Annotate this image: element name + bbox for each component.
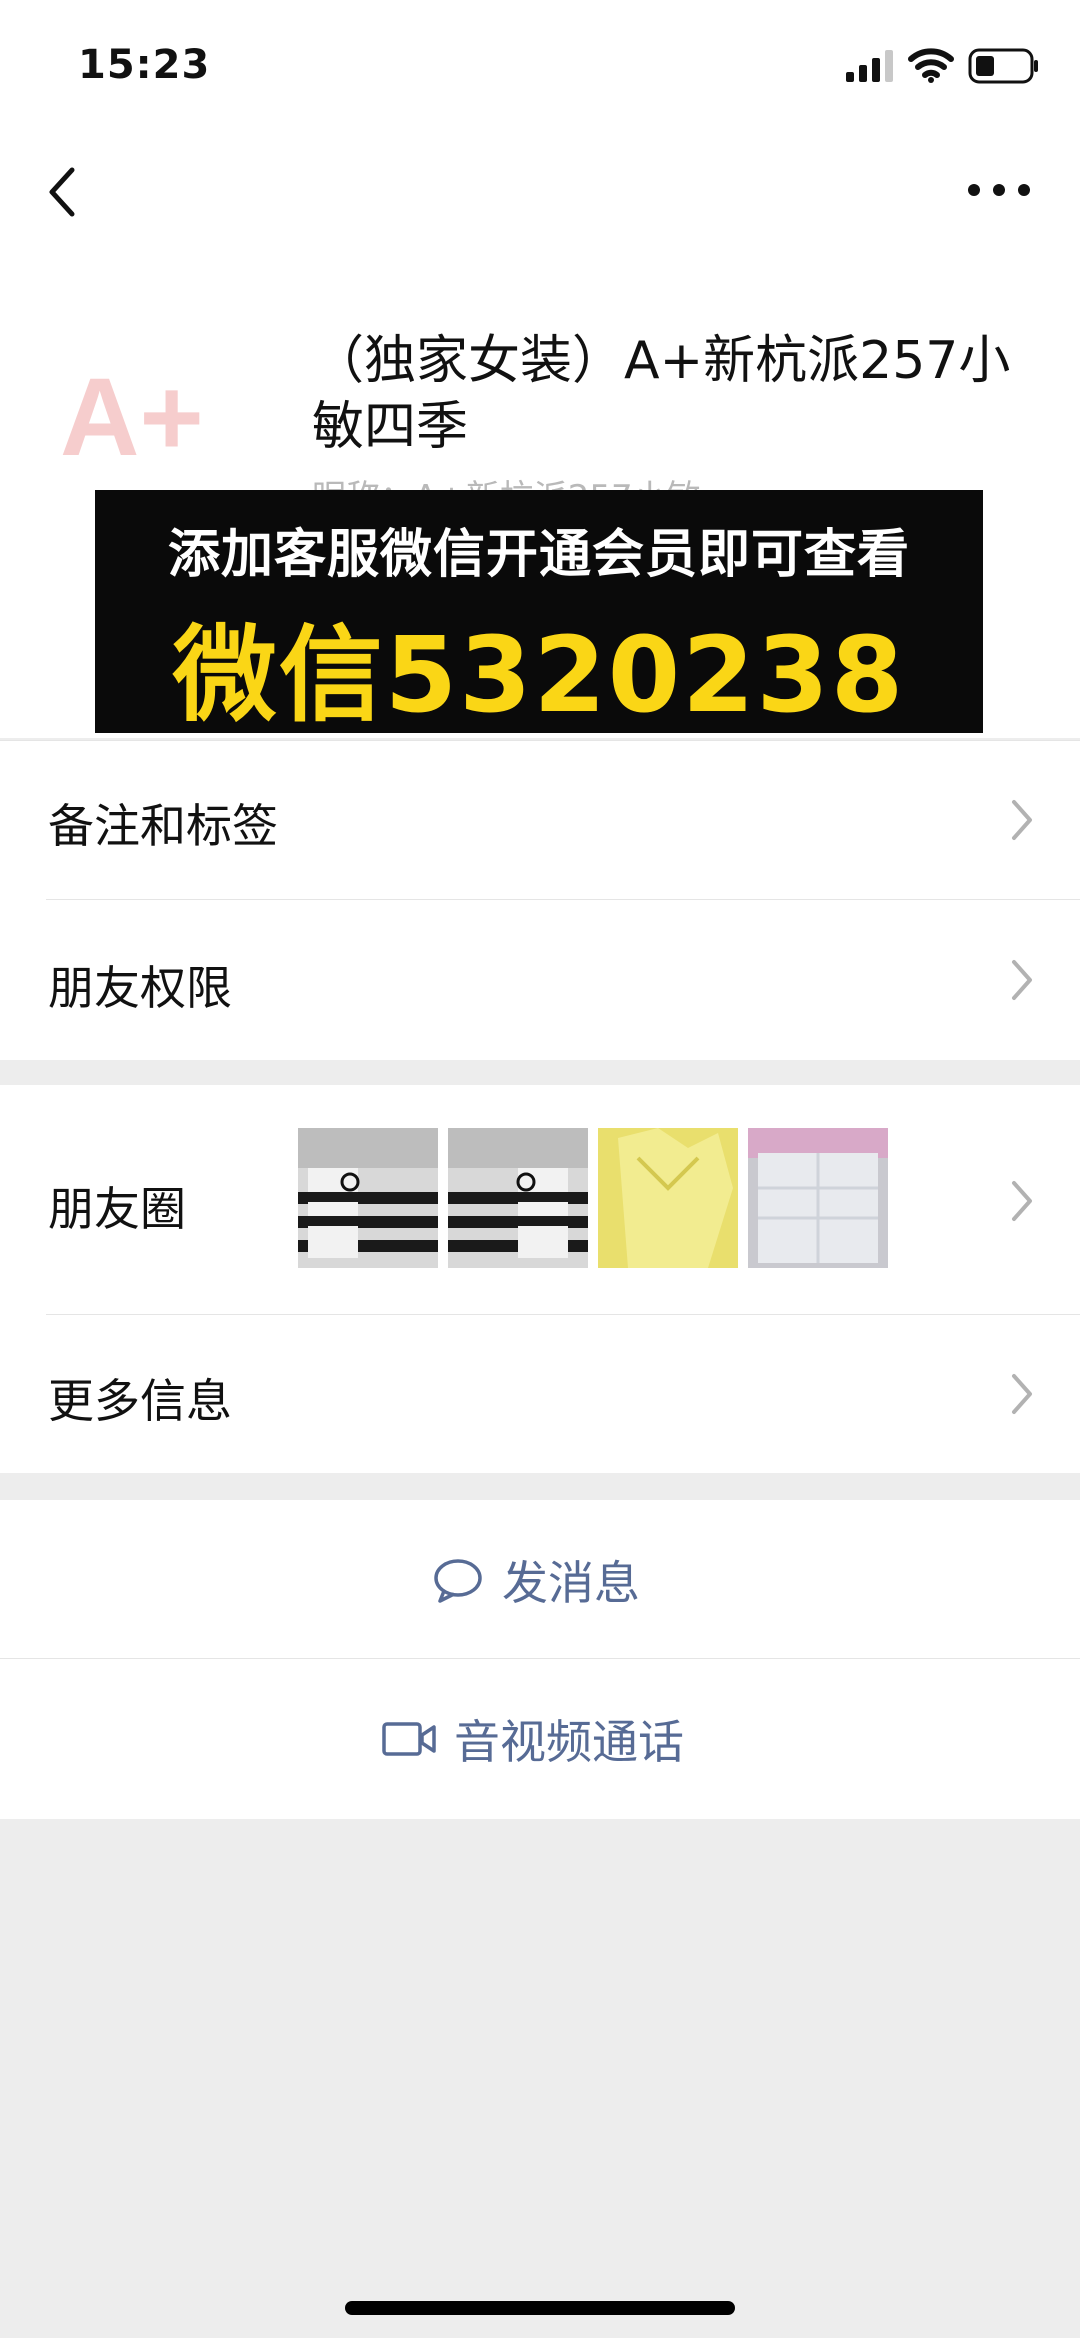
friend-permission-cell[interactable]: 朋友权限 [0,900,1080,1060]
battery-icon [968,48,1038,84]
video-call-content: 音视频通话 [382,1659,684,1819]
moments-label: 朋友圈 [48,1182,186,1236]
moments-thumbnail [598,1128,738,1268]
more-info-label: 更多信息 [48,1374,232,1428]
video-camera-icon [382,1722,436,1756]
avatar-text: A+ [60,356,204,479]
back-button[interactable] [40,160,90,224]
chevron-right-icon [1012,1374,1032,1414]
status-bar: 15:23 [0,0,1080,130]
friend-permission-label: 朋友权限 [48,961,232,1015]
promo-banner: 添加客服微信开通会员即可查看 微信5320238 [95,490,983,736]
profile-name: （独家女装）A+新杭派257小敏四季 [312,331,1011,457]
remark-tags-cell[interactable]: 备注和标签 [0,740,1080,900]
wifi-icon [908,48,954,83]
moments-thumbnail [298,1128,438,1268]
video-call-button[interactable]: 音视频通话 [0,1659,1080,1819]
status-time: 15:23 [78,42,211,88]
chat-bubble-icon [434,1559,482,1603]
video-call-label: 音视频通话 [454,1715,684,1769]
signal-icon [846,50,893,82]
home-indicator[interactable] [345,2301,735,2315]
send-message-content: 发消息 [432,1500,640,1660]
send-message-button[interactable]: 发消息 [0,1500,1080,1660]
chevron-right-icon [1012,1181,1032,1221]
send-message-label: 发消息 [502,1556,640,1610]
banner-headline: 添加客服微信开通会员即可查看 [167,525,910,585]
banner-wechat-id: 微信5320238 [172,614,906,736]
more-button[interactable] [966,170,1032,210]
chevron-right-icon [1012,800,1032,840]
avatar[interactable]: A+ [60,345,260,495]
more-info-cell[interactable]: 更多信息 [0,1315,1080,1473]
moments-thumbnail [448,1128,588,1268]
avatar-logo: A+ [60,356,204,479]
moments-thumbnail [748,1128,888,1268]
remark-tags-label: 备注和标签 [48,799,278,853]
chevron-right-icon [1012,960,1032,1000]
